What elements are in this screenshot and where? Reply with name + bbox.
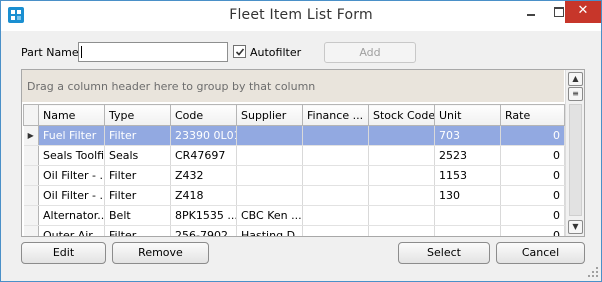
column-header-supplier[interactable]: Supplier [236, 104, 303, 126]
cell-stock-code[interactable] [368, 225, 435, 236]
table-row[interactable]: Oil Filter - ... Filter Z418 130 0 [23, 185, 565, 206]
cell-unit[interactable]: 130 [434, 185, 501, 206]
autofilter-label[interactable]: Autofilter [250, 46, 301, 59]
cell-name[interactable]: Fuel Filter [38, 125, 105, 146]
cell-stock-code[interactable] [368, 185, 435, 206]
column-header-stock-code[interactable]: Stock Code [368, 104, 435, 126]
cell-type[interactable]: Filter [104, 225, 171, 236]
part-name-input[interactable] [78, 42, 228, 62]
column-header-type[interactable]: Type [104, 104, 171, 126]
window-title: Fleet Item List Form [229, 7, 373, 23]
scroll-down-icon[interactable]: ▼ [568, 220, 583, 234]
cell-unit[interactable] [434, 205, 501, 226]
cell-type[interactable]: Filter [104, 125, 171, 146]
row-indicator[interactable] [23, 205, 39, 226]
row-indicator[interactable]: ▶ [23, 125, 39, 146]
cell-stock-code[interactable] [368, 165, 435, 186]
cell-code[interactable]: 23390 0L010 [170, 125, 237, 146]
item-table: Name Type Code Supplier Finance ... Stoc… [23, 104, 565, 236]
cell-unit[interactable]: 703 [434, 125, 501, 146]
close-button[interactable]: ✕ [565, 1, 601, 23]
cell-finance[interactable] [302, 225, 369, 236]
cell-code[interactable]: 8PK1535 ... [170, 205, 237, 226]
resize-grip-icon[interactable] [587, 266, 599, 278]
minimize-button[interactable] [517, 1, 545, 23]
cell-unit[interactable]: 2523 [434, 145, 501, 166]
cell-name[interactable]: Oil Filter - ... [38, 165, 105, 186]
title-bar[interactable]: Fleet Item List Form ✕ [1, 1, 601, 31]
column-header-finance[interactable]: Finance ... [302, 104, 369, 126]
scrollbar-thumb[interactable] [569, 104, 582, 216]
column-header-unit[interactable]: Unit [434, 104, 501, 126]
cell-finance[interactable] [302, 205, 369, 226]
vertical-scrollbar[interactable]: ▲ ≡ ▼ [565, 70, 584, 236]
close-icon: ✕ [577, 3, 589, 18]
table-row[interactable]: Oil Filter - ... Filter Z432 1153 0 [23, 165, 565, 186]
autofilter-checkbox[interactable] [233, 45, 246, 58]
row-indicator-header [23, 104, 39, 126]
cell-finance[interactable] [302, 185, 369, 206]
cell-rate[interactable]: 0 [500, 225, 565, 236]
part-name-label: Part Name: [21, 46, 83, 59]
select-button[interactable]: Select [398, 242, 490, 264]
cell-name[interactable]: Outer Air... [38, 225, 105, 236]
cell-name[interactable]: Oil Filter - ... [38, 185, 105, 206]
cell-stock-code[interactable] [368, 205, 435, 226]
cell-supplier[interactable] [236, 165, 303, 186]
cell-finance[interactable] [302, 165, 369, 186]
cancel-button[interactable]: Cancel [496, 242, 585, 264]
table-row[interactable]: ▶ Fuel Filter Filter 23390 0L010 703 0 [23, 125, 565, 146]
header-row: Name Type Code Supplier Finance ... Stoc… [23, 104, 565, 126]
edit-button[interactable]: Edit [21, 242, 106, 264]
table-row[interactable]: Alternator... Belt 8PK1535 ... CBC Ken .… [23, 205, 565, 226]
cell-type[interactable]: Seals [104, 145, 171, 166]
cell-code[interactable]: 256-7902 [170, 225, 237, 236]
row-indicator[interactable] [23, 145, 39, 166]
cell-supplier[interactable] [236, 125, 303, 146]
cell-supplier[interactable]: CBC Ken ... [236, 205, 303, 226]
cell-type[interactable]: Filter [104, 185, 171, 206]
remove-button[interactable]: Remove [112, 242, 209, 264]
row-indicator[interactable] [23, 165, 39, 186]
cell-type[interactable]: Filter [104, 165, 171, 186]
cell-rate[interactable]: 0 [500, 185, 565, 206]
add-button[interactable]: Add [324, 42, 416, 63]
item-grid: Drag a column header here to group by th… [21, 69, 585, 237]
cell-name[interactable]: Seals Toolfit [38, 145, 105, 166]
cell-supplier[interactable] [236, 145, 303, 166]
column-header-rate[interactable]: Rate [500, 104, 565, 126]
group-by-panel[interactable]: Drag a column header here to group by th… [22, 70, 564, 102]
cell-code[interactable]: Z432 [170, 165, 237, 186]
cell-supplier[interactable] [236, 185, 303, 206]
checkmark-icon [235, 48, 245, 56]
column-header-code[interactable]: Code [170, 104, 237, 126]
cell-rate[interactable]: 0 [500, 165, 565, 186]
cell-rate[interactable]: 0 [500, 205, 565, 226]
table-row[interactable]: Outer Air... Filter 256-7902 Hasting D..… [23, 225, 565, 236]
column-header-name[interactable]: Name [38, 104, 105, 126]
current-row-arrow-icon: ▶ [27, 131, 34, 140]
column-chooser-icon[interactable]: ≡ [568, 87, 583, 101]
cell-rate[interactable]: 0 [500, 145, 565, 166]
cell-supplier[interactable]: Hasting D... [236, 225, 303, 236]
cell-type[interactable]: Belt [104, 205, 171, 226]
cell-unit[interactable]: 1153 [434, 165, 501, 186]
cell-stock-code[interactable] [368, 125, 435, 146]
fleet-item-list-window: Fleet Item List Form ✕ Part Name: Autofi… [0, 0, 602, 282]
text-caret [81, 46, 82, 58]
cell-unit[interactable] [434, 225, 501, 236]
cell-rate[interactable]: 0 [500, 125, 565, 146]
cell-code[interactable]: CR47697 [170, 145, 237, 166]
scroll-up-icon[interactable]: ▲ [568, 72, 583, 86]
cell-stock-code[interactable] [368, 145, 435, 166]
cell-code[interactable]: Z418 [170, 185, 237, 206]
cell-name[interactable]: Alternator... [38, 205, 105, 226]
cell-finance[interactable] [302, 125, 369, 146]
table-row[interactable]: Seals Toolfit Seals CR47697 2523 0 [23, 145, 565, 166]
cell-finance[interactable] [302, 145, 369, 166]
row-indicator[interactable] [23, 225, 39, 236]
row-indicator[interactable] [23, 185, 39, 206]
